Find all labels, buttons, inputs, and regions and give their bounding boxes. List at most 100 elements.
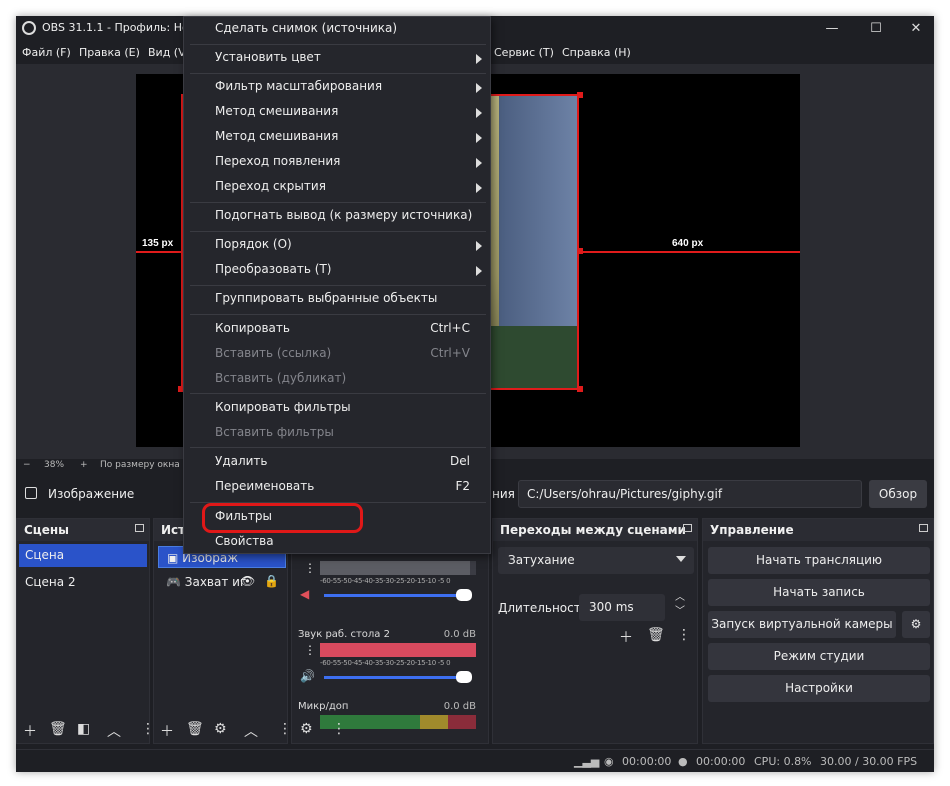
menu-tools[interactable]: Сервис (T): [494, 46, 554, 59]
zoom-in-button[interactable]: +: [80, 460, 88, 470]
menu-help[interactable]: Справка (H): [562, 46, 631, 59]
duration-input[interactable]: 300 ms: [579, 594, 665, 621]
meter-scale: -60-55-50-45-40-35-30-25-20-15-10 -5 0: [320, 577, 451, 585]
speaker-icon[interactable]: 🔊: [300, 669, 315, 683]
resize-handle[interactable]: [577, 92, 583, 98]
menu-item-label: Копировать фильтры: [215, 400, 351, 414]
stream-status-icon: ◉: [604, 755, 614, 768]
menu-item-label: Фильтр масштабирования: [215, 79, 383, 93]
source-item-label: Захват иг: [184, 575, 247, 589]
menu-view[interactable]: Вид (V: [148, 46, 186, 59]
scene-item[interactable]: Сцена: [19, 544, 147, 567]
menu-item-rename[interactable]: Переименовать F2: [184, 475, 490, 500]
chevron-right-icon: [476, 266, 482, 276]
chevron-right-icon: [476, 241, 482, 251]
chevron-up-icon[interactable]: ︿: [107, 721, 121, 741]
zoom-fit-button[interactable]: По размеру окна: [100, 460, 180, 470]
filter-icon[interactable]: ◧: [77, 721, 90, 737]
volume-slider[interactable]: [324, 594, 464, 597]
close-button[interactable]: ✕: [896, 18, 934, 40]
menu-item-transform[interactable]: Преобразовать (T): [184, 258, 490, 283]
minimize-button[interactable]: —: [812, 18, 852, 40]
studio-mode-button[interactable]: Режим студии: [708, 643, 930, 670]
gear-icon[interactable]: ⚙: [214, 721, 227, 737]
eye-icon[interactable]: 👁: [240, 574, 255, 588]
menu-item-screenshot[interactable]: Сделать снимок (источника): [184, 17, 490, 42]
dock-float-icon[interactable]: [919, 524, 928, 532]
cpu-usage: CPU: 0.8%: [754, 755, 812, 768]
trash-icon[interactable]: 🗑: [49, 721, 67, 737]
menu-item-scale-filter[interactable]: Фильтр масштабирования: [184, 75, 490, 100]
menu-item-blend-method[interactable]: Метод смешивания: [184, 100, 490, 125]
dock-float-icon[interactable]: [683, 524, 692, 532]
lock-icon[interactable]: 🔒: [264, 574, 279, 588]
menu-item-group[interactable]: Группировать выбранные объекты: [184, 287, 490, 312]
menu-item-resize-output[interactable]: Подогнать вывод (к размеру источника): [184, 204, 490, 229]
context-menu: Сделать снимок (источника) Установить цв…: [183, 16, 491, 554]
trash-icon[interactable]: 🗑: [647, 627, 665, 643]
menu-separator: [190, 447, 486, 448]
transition-select[interactable]: Затухание: [498, 547, 694, 574]
menu-edit[interactable]: Правка (E): [79, 46, 140, 59]
menu-item-label: Преобразовать (T): [215, 262, 332, 276]
kebab-icon[interactable]: ⋮: [332, 721, 346, 737]
settings-button[interactable]: Настройки: [708, 675, 930, 702]
chevron-right-icon: [476, 133, 482, 143]
menu-item-label: Удалить: [215, 454, 268, 468]
signal-icon: ▁▃▅: [574, 755, 600, 768]
menu-item-blend-mode[interactable]: Метод смешивания: [184, 125, 490, 150]
virtual-camera-button[interactable]: Запуск виртуальной камеры: [708, 611, 896, 638]
menu-item-label: Метод смешивания: [215, 104, 339, 118]
menu-item-delete[interactable]: Удалить Del: [184, 450, 490, 475]
trash-icon[interactable]: 🗑: [186, 721, 204, 737]
menu-file[interactable]: Файл (F): [22, 46, 71, 59]
menu-item-paste-ref: Вставить (ссылка) Ctrl+V: [184, 342, 490, 367]
kebab-icon[interactable]: ⋮: [677, 627, 691, 643]
browse-button[interactable]: Обзор: [869, 480, 927, 508]
menu-item-shortcut: Ctrl+C: [430, 321, 470, 335]
menu-item-copy[interactable]: Копировать Ctrl+C: [184, 317, 490, 342]
menu-item-label: Свойства: [215, 534, 274, 548]
source-item[interactable]: 🎮 Захват иг 👁 🔒: [158, 571, 286, 593]
menu-item-copy-filters[interactable]: Копировать фильтры: [184, 396, 490, 421]
source-property-label: ния: [492, 487, 515, 501]
zoom-out-button[interactable]: −: [23, 460, 31, 470]
menu-item-show-transition[interactable]: Переход появления: [184, 150, 490, 175]
mute-icon[interactable]: ◀: [300, 587, 309, 601]
menu-item-label: Подогнать вывод (к размеру источника): [215, 208, 473, 222]
guide-label-right: 640 px: [672, 238, 704, 249]
gear-icon[interactable]: ⚙: [300, 721, 313, 737]
chevron-right-icon: [476, 54, 482, 64]
volume-meter: [320, 561, 476, 575]
maximize-button[interactable]: ☐: [856, 18, 896, 40]
menu-item-properties[interactable]: Свойства: [184, 530, 490, 555]
image-path-input[interactable]: [518, 480, 862, 508]
filters-highlight-ring: [202, 503, 363, 533]
menu-item-set-color[interactable]: Установить цвет: [184, 46, 490, 71]
gear-icon[interactable]: ⚙: [902, 611, 930, 638]
controls-dock: Управление Начать трансляцию Начать запи…: [702, 518, 934, 744]
kebab-icon[interactable]: ⋮: [304, 561, 316, 575]
menu-item-hide-transition[interactable]: Переход скрытия: [184, 175, 490, 200]
dock-float-icon[interactable]: [135, 524, 144, 532]
duration-stepper[interactable]: ︿ ﹀: [675, 591, 685, 619]
volume-knob[interactable]: [456, 671, 472, 683]
menu-separator: [190, 393, 486, 394]
volume-knob[interactable]: [456, 589, 472, 601]
chevron-up-icon[interactable]: ︿: [244, 721, 258, 741]
menu-item-label: Вставить фильтры: [215, 425, 334, 439]
kebab-icon[interactable]: ⋮: [304, 643, 316, 657]
start-recording-button[interactable]: Начать запись: [708, 579, 930, 606]
resize-handle[interactable]: [577, 386, 583, 392]
menu-item-label: Копировать: [215, 321, 290, 335]
plus-icon[interactable]: ＋: [619, 627, 633, 647]
volume-slider[interactable]: [324, 676, 464, 679]
resize-handle[interactable]: [577, 248, 583, 254]
scenes-dock: Сцены Сцена Сцена 2 ＋ 🗑 ◧ ︿ ⋮: [16, 518, 155, 744]
kebab-icon[interactable]: ⋮: [278, 721, 292, 737]
start-streaming-button[interactable]: Начать трансляцию: [708, 547, 930, 574]
plus-icon[interactable]: ＋: [23, 721, 37, 741]
plus-icon[interactable]: ＋: [160, 721, 174, 741]
menu-item-order[interactable]: Порядок (O): [184, 233, 490, 258]
scene-item[interactable]: Сцена 2: [19, 571, 147, 594]
